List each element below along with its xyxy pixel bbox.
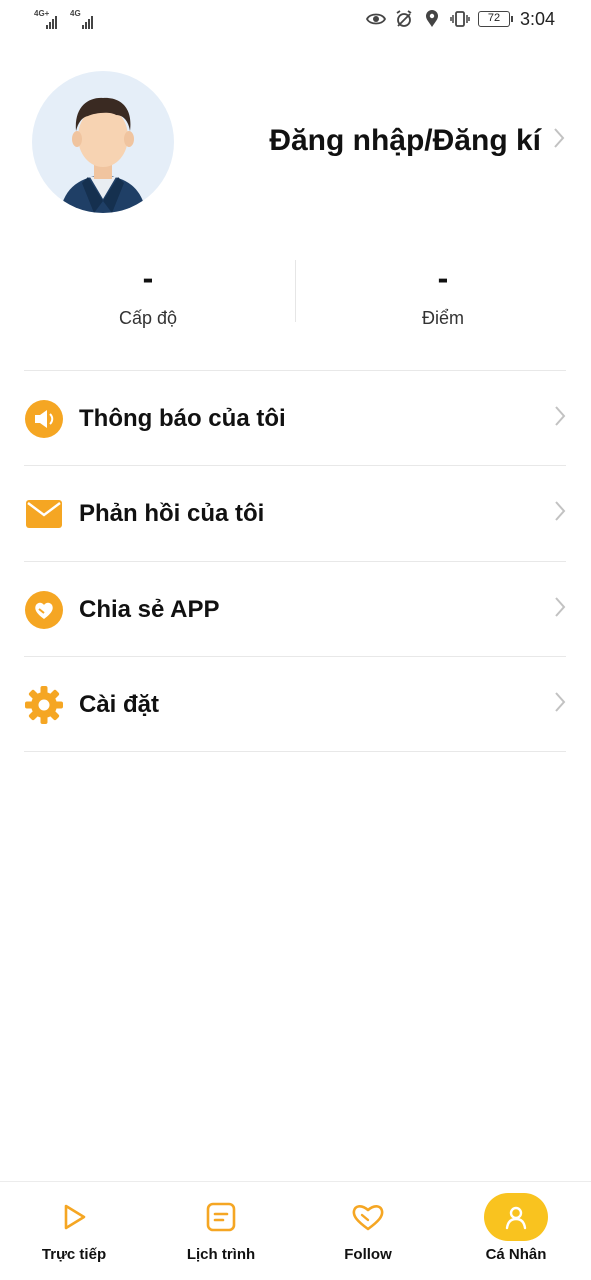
menu-item-label: Chia sẻ APP <box>79 595 220 623</box>
envelope-icon <box>24 494 64 534</box>
speaker-icon <box>24 399 64 439</box>
avatar[interactable] <box>32 71 174 213</box>
network-type-label: 4G+ <box>34 9 50 18</box>
login-register-link[interactable]: Đăng nhập/Đăng kí <box>269 124 565 158</box>
level-label: Cấp độ <box>118 308 178 328</box>
avatar-illustration <box>60 97 146 213</box>
menu-item-feedback[interactable]: Phản hồi của tôi <box>24 466 566 561</box>
vibrate-icon <box>450 8 470 30</box>
chevron-right-icon <box>553 127 565 156</box>
stats-row: - Cấp độ - Điểm <box>0 258 591 328</box>
level-value: - <box>142 260 154 296</box>
points-value: - <box>437 260 449 296</box>
tab-label: Trực tiếp <box>41 1246 107 1263</box>
location-icon <box>422 8 442 30</box>
menu-item-share-app[interactable]: Chia sẻ APP <box>24 562 566 657</box>
bottom-navigation: Trực tiếp Lịch trình Follow Cá Nhân <box>0 1181 591 1280</box>
menu-item-notifications[interactable]: Thông báo của tôi <box>24 371 566 466</box>
gear-icon <box>24 685 64 725</box>
network-type-label: 4G <box>70 9 81 18</box>
eye-icon <box>365 8 386 30</box>
stat-points: - Điểm <box>343 258 543 329</box>
status-time: 3:04 <box>519 8 555 29</box>
heart-icon <box>336 1193 400 1241</box>
chevron-right-icon <box>554 596 566 623</box>
login-register-label: Đăng nhập/Đăng kí <box>269 124 541 157</box>
status-bar: 4G+ 4G 72 3:04 <box>0 0 591 40</box>
person-icon <box>484 1193 548 1241</box>
schedule-icon <box>189 1193 253 1241</box>
stat-level: - Cấp độ <box>48 258 248 329</box>
alarm-off-icon <box>394 8 414 30</box>
chevron-right-icon <box>554 500 566 527</box>
tab-profile[interactable]: Cá Nhân <box>456 1182 576 1280</box>
menu-item-label: Cài đặt <box>79 690 160 718</box>
menu-item-label: Phản hồi của tôi <box>79 499 265 527</box>
tab-follow[interactable]: Follow <box>308 1182 428 1280</box>
tab-label: Lịch trình <box>186 1246 256 1263</box>
tab-schedule[interactable]: Lịch trình <box>161 1182 281 1280</box>
chevron-right-icon <box>554 405 566 432</box>
play-icon <box>42 1193 106 1241</box>
tab-label: Follow <box>344 1246 392 1263</box>
battery-indicator: 72 <box>477 11 513 27</box>
points-label: Điểm <box>421 308 464 328</box>
heart-share-icon <box>24 590 64 630</box>
chevron-right-icon <box>554 691 566 718</box>
menu-item-settings[interactable]: Cài đặt <box>24 657 566 752</box>
divider <box>24 751 566 752</box>
stats-divider <box>295 260 296 322</box>
signal-strength-icon: 4G <box>70 9 93 29</box>
tab-live[interactable]: Trực tiếp <box>14 1182 134 1280</box>
menu-item-label: Thông báo của tôi <box>79 404 286 432</box>
signal-strength-icon: 4G+ <box>34 9 57 29</box>
tab-label: Cá Nhân <box>485 1246 547 1263</box>
